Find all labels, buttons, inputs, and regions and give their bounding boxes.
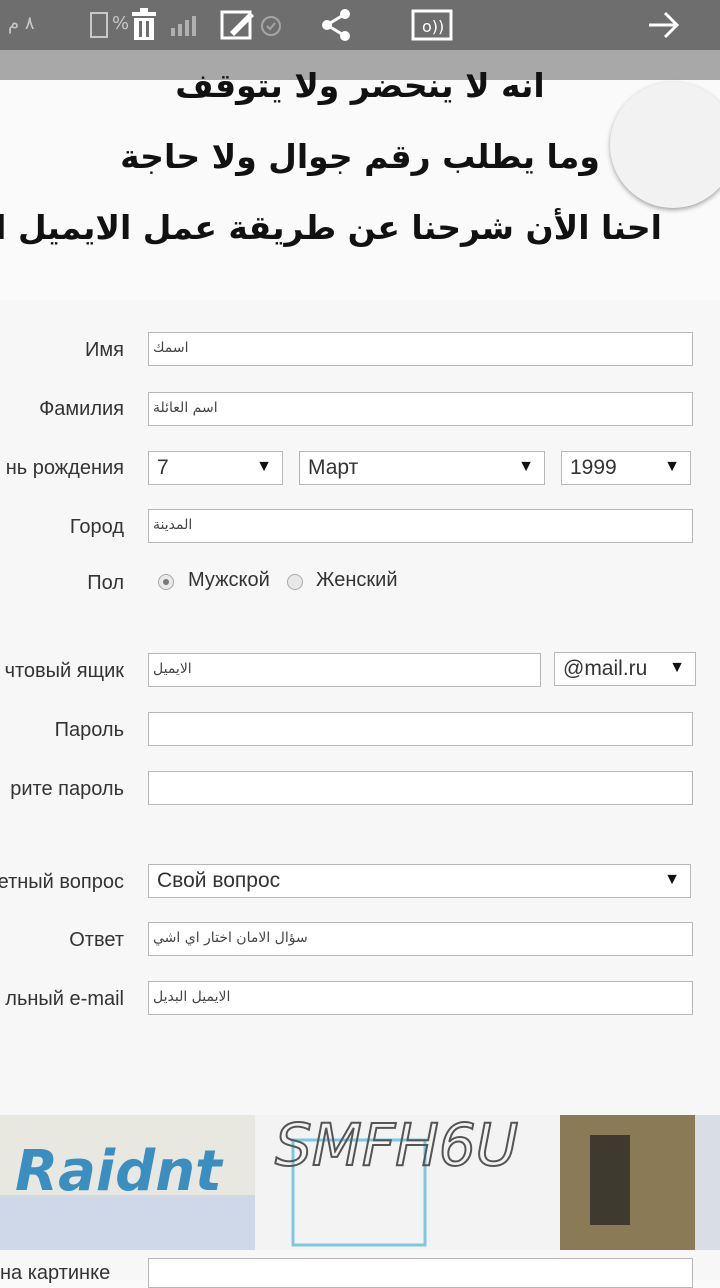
- city-label: Город: [69, 516, 124, 538]
- captcha-input[interactable]: [148, 1258, 693, 1288]
- surname-input[interactable]: اسم العائلة: [148, 392, 693, 426]
- caption-line-3: احنا الأن شرحنا عن طريقة عمل الايميل الـ: [0, 208, 662, 247]
- gender-label: Пол: [87, 572, 124, 594]
- alt-email-label: льный e-mail: [5, 988, 124, 1010]
- dropdown-arrow-icon: ▼: [664, 458, 680, 475]
- gender-male-label: Мужской: [188, 569, 270, 591]
- dropdown-arrow-icon: ▼: [518, 458, 534, 475]
- caption-line-1: انه لا ينحضر ولا يتوقف: [175, 66, 545, 105]
- secret-question-select[interactable]: Свой вопрос ▼: [148, 864, 691, 898]
- name-label: Имя: [85, 339, 124, 361]
- mail-domain-value: @mail.ru: [563, 657, 648, 680]
- dropdown-arrow-icon: ▼: [664, 871, 680, 888]
- footer-collage-image: Raidnt SMFH6U: [0, 1110, 720, 1250]
- alt-email-input[interactable]: الايميل البديل: [148, 981, 693, 1015]
- battery-icon: [90, 12, 108, 38]
- cast-icon[interactable]: o)): [410, 6, 454, 44]
- password-input[interactable]: [148, 712, 693, 746]
- gender-male-radio[interactable]: [158, 574, 174, 590]
- password-repeat-input[interactable]: [148, 771, 693, 805]
- caption-line-3-text: احنا الأن شرحنا عن طريقة عمل الايميل الـ: [0, 208, 662, 247]
- name-input[interactable]: اسمك: [148, 332, 693, 366]
- floating-action-button[interactable]: [610, 82, 720, 208]
- birth-day-value: 7: [157, 456, 169, 479]
- birth-month-value: Март: [308, 456, 359, 479]
- password-label: Пароль: [54, 719, 124, 741]
- share-icon[interactable]: [316, 6, 356, 44]
- svg-text:o)): o)): [422, 17, 444, 36]
- edit-icon[interactable]: [216, 6, 260, 44]
- birth-year-value: 1999: [570, 456, 617, 479]
- mail-domain-select[interactable]: @mail.ru ▼: [554, 652, 696, 686]
- delete-icon[interactable]: [122, 6, 166, 44]
- dropdown-arrow-icon: ▼: [256, 458, 272, 475]
- birth-month-select[interactable]: Март ▼: [299, 451, 545, 485]
- dropdown-arrow-icon: ▼: [669, 659, 685, 676]
- alarm-icon: [256, 6, 286, 44]
- answer-input[interactable]: سؤال الامان اختار اي اشي: [148, 922, 693, 956]
- surname-label: Фамилия: [39, 398, 124, 420]
- birth-day-select[interactable]: 7 ▼: [148, 451, 283, 485]
- mailbox-input[interactable]: الايميل: [148, 653, 541, 687]
- captcha-text: SMFH6U: [275, 1111, 518, 1179]
- birthday-label: нь рождения: [5, 457, 124, 479]
- birth-year-select[interactable]: 1999 ▼: [561, 451, 691, 485]
- city-input[interactable]: المدينة: [148, 509, 693, 543]
- status-time: ٨ م: [8, 13, 35, 34]
- password-repeat-label: рите пароль: [10, 778, 124, 800]
- answer-label: Ответ: [69, 929, 124, 951]
- signal-icon: [168, 6, 204, 44]
- forward-arrow-icon[interactable]: [642, 6, 686, 44]
- gender-female-label: Женский: [316, 569, 398, 591]
- logo-text: Raidnt: [15, 1139, 224, 1204]
- mailbox-label: чтовый ящик: [4, 660, 124, 682]
- secret-question-label: етный вопрос: [0, 871, 124, 893]
- captcha-label: на картинке: [0, 1262, 111, 1284]
- secret-question-value: Свой вопрос: [157, 869, 281, 892]
- gender-female-radio[interactable]: [287, 574, 303, 590]
- top-toolbar: ٨ م % o)): [0, 0, 720, 50]
